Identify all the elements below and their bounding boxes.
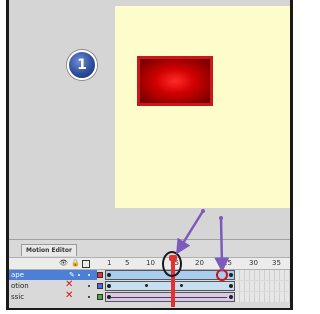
frame-tick: 5 [125,259,130,267]
lock-dot[interactable] [88,296,90,298]
step-number: 1 [77,57,87,73]
layer-frames[interactable] [105,270,290,280]
layer-color-swatch[interactable] [97,294,103,300]
red-rectangle-shape[interactable] [137,56,213,106]
empty-frames[interactable] [235,292,290,302]
timeline-panel: Motion Editor 👁 🔒 1 5 10 15 20 25 30 35 … [9,239,290,308]
timeline-header: 👁 🔒 1 5 10 15 20 25 30 35 [9,257,290,270]
layer-row-motion[interactable]: otion ✕ [9,280,290,291]
frame-tick: 25 [223,259,232,267]
layer-row-shape[interactable]: ape ✎ [9,270,290,280]
tween-arrow [111,297,227,298]
motion-tween-span[interactable] [105,281,235,291]
keyframe[interactable] [229,273,233,277]
frame-tick: 20 [195,259,204,267]
layer-color-swatch[interactable] [97,272,103,278]
frame-tick: 1 [107,259,112,267]
layer-name[interactable]: ape [9,270,97,280]
lock-dot[interactable] [88,274,90,276]
eye-icon[interactable]: 👁 [59,260,68,267]
property-keyframe[interactable] [180,284,183,287]
hidden-x-icon[interactable]: ✕ [65,291,73,301]
lock-icon[interactable]: 🔒 [71,260,80,267]
playhead-callout-ellipse [162,251,182,277]
keyframe-callout-circle [216,269,228,281]
layer-color-swatch[interactable] [97,283,103,289]
lock-dot[interactable] [88,285,90,287]
frame-tick: 35 [272,259,281,267]
keyframe[interactable] [229,295,233,299]
stage[interactable] [115,6,290,208]
layer-name[interactable]: otion [9,281,97,291]
step-number-badge: 1 [67,50,97,80]
empty-frames[interactable] [235,281,290,291]
app-frame: 1 Motion Editor 👁 🔒 1 5 10 15 20 25 30 3… [6,0,293,310]
property-keyframe[interactable] [145,284,148,287]
frame-tick: 10 [146,259,155,267]
motion-editor-tab[interactable]: Motion Editor [21,244,77,256]
layer-frames[interactable] [105,292,290,302]
hidden-x-icon[interactable]: ✕ [65,280,73,290]
layer-frames[interactable] [105,281,290,291]
visibility-dot[interactable] [78,274,80,276]
keyframe[interactable] [229,284,233,288]
layer-row-classic[interactable]: ssic ✕ [9,291,290,302]
frame-tick: 30 [249,259,258,267]
layer-name[interactable]: ssic [9,292,97,302]
keyframe[interactable] [107,284,111,288]
empty-frames[interactable] [235,270,290,280]
keyframe[interactable] [107,273,111,277]
outline-icon[interactable] [82,260,90,268]
